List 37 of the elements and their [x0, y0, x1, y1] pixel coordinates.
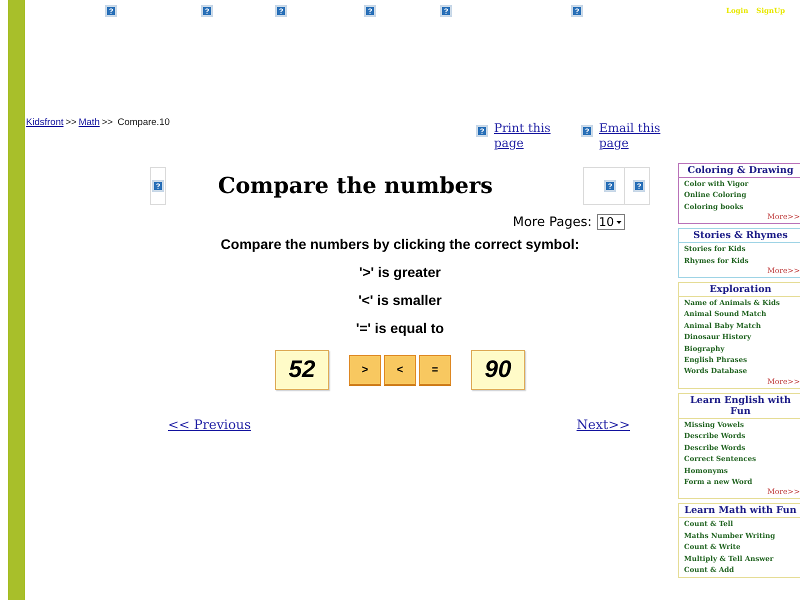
category-heading: Exploration	[679, 283, 800, 298]
number-card: 52	[275, 350, 329, 390]
category-heading: Learn Math with Fun	[679, 504, 800, 518]
broken-image-icon	[275, 5, 287, 17]
breadcrumb-separator: >>	[66, 117, 77, 128]
category-heading: Stories & Rhymes	[679, 229, 800, 244]
broken-image-icon	[571, 5, 583, 17]
breadcrumb-link[interactable]: Math	[78, 117, 100, 128]
broken-image-icon	[105, 5, 117, 17]
broken-image-icon	[201, 5, 213, 17]
symbol-button[interactable]: =	[419, 354, 451, 386]
broken-image-icon	[152, 180, 164, 192]
number-card: 90	[471, 350, 525, 390]
category-heading: Learn English with Fun	[679, 394, 800, 419]
page-select[interactable]: 10	[596, 214, 625, 230]
broken-image-icon	[604, 180, 616, 192]
next-link[interactable]: Next>>	[576, 418, 630, 433]
more-pages-label: More Pages:	[512, 214, 592, 230]
page-title: Compare the numbers	[218, 173, 493, 199]
previous-link[interactable]: << Previous	[168, 418, 251, 433]
broken-image-icon	[633, 180, 645, 192]
category-heading: Coloring & Drawing	[679, 164, 800, 178]
broken-image-icon	[364, 5, 376, 17]
page-action-link[interactable]: Email this page	[599, 121, 678, 151]
instruction-text: '>' is greater	[358, 264, 442, 280]
breadcrumb-separator: >>	[102, 117, 113, 128]
page-action-link[interactable]: Print this page	[494, 121, 573, 151]
instruction-text: '=' is equal to	[355, 320, 445, 336]
symbol-button[interactable]: >	[349, 354, 381, 386]
breadcrumb-link[interactable]: Kidsfront	[26, 117, 64, 128]
broken-image-icon	[476, 125, 488, 137]
instruction-text: '<' is smaller	[357, 292, 443, 308]
broken-image-icon	[440, 5, 452, 17]
instruction-text: Compare the numbers by clicking the correct symbol:	[220, 236, 580, 252]
broken-image-icon	[581, 125, 593, 137]
breadcrumb-current: Compare.10	[117, 117, 170, 128]
symbol-button[interactable]: <	[384, 354, 416, 386]
